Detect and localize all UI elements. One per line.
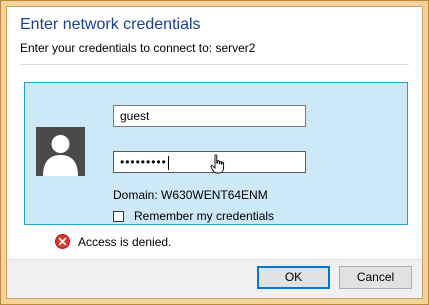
- dialog-subtitle: Enter your credentials to connect to: se…: [20, 41, 256, 55]
- hand-pointer-icon: [210, 154, 225, 174]
- header-divider: [20, 64, 409, 65]
- error-message: Access is denied.: [55, 234, 171, 249]
- username-input[interactable]: guest: [113, 105, 306, 127]
- credential-tile[interactable]: guest ••••••••• Domain: W630WENT64ENM Re…: [24, 82, 408, 225]
- user-avatar-icon: [36, 127, 85, 176]
- remember-credentials-option[interactable]: Remember my credentials: [113, 209, 274, 223]
- error-text: Access is denied.: [78, 234, 172, 249]
- error-icon: [55, 234, 70, 249]
- remember-credentials-label: Remember my credentials: [134, 209, 275, 223]
- remember-credentials-checkbox[interactable]: [113, 210, 124, 222]
- dialog-title: Enter network credentials: [20, 16, 201, 33]
- domain-label: Domain: W630WENT64ENM: [113, 188, 268, 202]
- password-value: •••••••••: [120, 155, 167, 169]
- button-bar: OK Cancel: [7, 259, 422, 298]
- cancel-button[interactable]: Cancel: [339, 266, 412, 289]
- credentials-dialog-window: Enter network credentials Enter your cre…: [0, 0, 429, 305]
- dialog-content: Enter network credentials Enter your cre…: [6, 6, 423, 299]
- text-caret: [167, 155, 169, 170]
- username-value: guest: [120, 109, 150, 123]
- ok-button[interactable]: OK: [257, 266, 330, 289]
